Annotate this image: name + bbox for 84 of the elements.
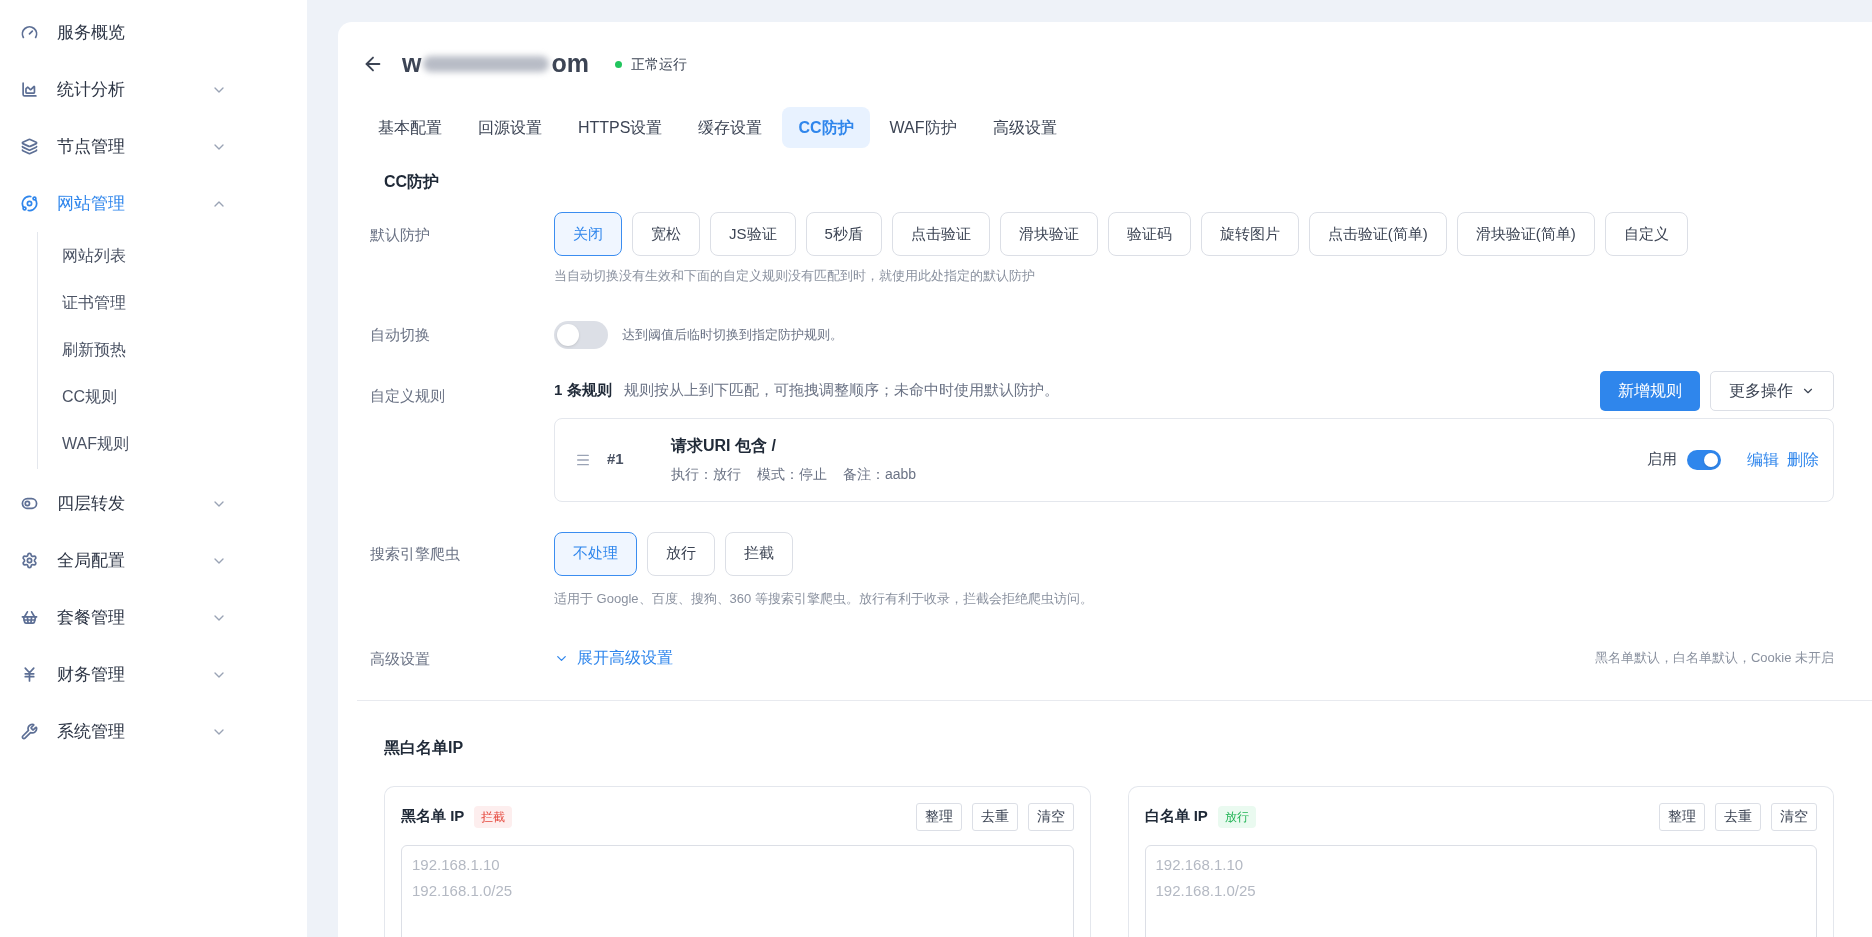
- option-button[interactable]: JS验证: [710, 212, 796, 256]
- option-button[interactable]: 旋转图片: [1200, 212, 1299, 256]
- chart-icon: [21, 81, 38, 98]
- settings-icon: [21, 552, 38, 569]
- field-label: 默认防护: [370, 225, 430, 245]
- tab[interactable]: 缓存设置: [682, 107, 779, 148]
- rules-description: 规则按从上到下匹配，可拖拽调整顺序；未命中时使用默认防护。: [623, 380, 1060, 401]
- mode-tag: 放行: [1217, 805, 1256, 828]
- panel-title: 白名单 IP: [1144, 806, 1208, 827]
- wrench-icon: [21, 723, 38, 740]
- sidebar-item[interactable]: 系统管理: [0, 703, 307, 760]
- gauge-icon: [21, 24, 38, 41]
- option-button[interactable]: 拦截: [725, 531, 793, 576]
- panel-action-button[interactable]: 去重: [971, 802, 1018, 831]
- sidebar-item[interactable]: 统计分析: [0, 61, 307, 118]
- sidebar-subitem[interactable]: 证书管理: [38, 279, 307, 326]
- tab[interactable]: HTTPS设置: [562, 107, 679, 148]
- basket-icon: [21, 609, 38, 626]
- mode-tag: 拦截: [474, 805, 513, 828]
- more-actions-button[interactable]: 更多操作: [1710, 370, 1834, 411]
- hint-text: 达到阈值后临时切换到指定防护规则。: [622, 325, 843, 344]
- sidebar-item[interactable]: 节点管理: [0, 118, 307, 175]
- tab[interactable]: 高级设置: [976, 107, 1073, 148]
- panel-action-button[interactable]: 清空: [1771, 802, 1817, 831]
- layers-icon: [21, 138, 38, 155]
- field-label: 高级设置: [370, 649, 430, 669]
- sidebar-item[interactable]: 套餐管理: [0, 589, 307, 646]
- expand-advanced-link[interactable]: 展开高级设置: [554, 646, 673, 670]
- rule-detail: 执行：放行: [671, 465, 741, 484]
- toggle-icon: [21, 495, 38, 512]
- panel-action-button[interactable]: 清空: [1027, 802, 1074, 831]
- sidebar-subitem[interactable]: 刷新预热: [38, 326, 307, 373]
- ip-input-field[interactable]: 192.168.1.10 192.168.1.0/25: [401, 844, 1074, 937]
- sidebar-subitem[interactable]: CC规则: [38, 373, 307, 420]
- sidebar-item[interactable]: 四层转发: [0, 475, 307, 532]
- sidebar-item[interactable]: 服务概览: [0, 4, 307, 61]
- rule-title: 请求URI 包含 /: [671, 436, 776, 456]
- field-label: 自动切换: [370, 324, 430, 345]
- hint-text: 适用于 Google、百度、搜狗、360 等搜索引擎爬虫。放行有利于收录，拦截会拒绝爬虫访问。: [554, 589, 1093, 608]
- option-button[interactable]: 滑块验证(简单): [1456, 212, 1595, 256]
- sidebar-subitem[interactable]: WAF规则: [38, 420, 307, 467]
- panel-title: 黑名单 IP: [401, 806, 465, 827]
- ip-input-field[interactable]: 192.168.1.10 192.168.1.0/25: [1144, 844, 1817, 937]
- enabled-label: 启用: [1647, 449, 1677, 470]
- status-label: 正常运行: [630, 54, 687, 74]
- toggle-switch[interactable]: [1687, 449, 1721, 470]
- rule-card[interactable]: #1 请求URI 包含 / 执行：放行 模式：停止 备注：aabb 启用 编辑 删除: [554, 417, 1834, 502]
- rule-action-link[interactable]: 删除: [1787, 447, 1819, 472]
- sidebar-item[interactable]: 网站管理: [0, 175, 307, 232]
- sidebar-item[interactable]: 财务管理: [0, 646, 307, 703]
- field-label: 搜索引擎爬虫: [370, 543, 460, 564]
- site-title: w: [402, 48, 422, 80]
- panel-action-button[interactable]: 整理: [1659, 802, 1705, 831]
- option-button[interactable]: 点击验证: [891, 212, 990, 256]
- rule-detail: 备注：aabb: [843, 465, 917, 484]
- rule-action-link[interactable]: 编辑: [1747, 447, 1779, 472]
- tab[interactable]: 回源设置: [462, 107, 558, 148]
- sidebar-subitem[interactable]: 网站列表: [38, 232, 307, 279]
- section-title: CC防护: [384, 172, 441, 192]
- option-button[interactable]: 验证码: [1107, 212, 1191, 256]
- advanced-summary: 黑名单默认，白名单默认，Cookie 未开启: [1594, 649, 1834, 668]
- toggle-switch[interactable]: [554, 320, 608, 349]
- panel-action-button[interactable]: 整理: [915, 802, 962, 831]
- panel-action-button[interactable]: 去重: [1715, 802, 1761, 831]
- section-title: 黑白名单IP: [384, 737, 464, 758]
- sidebar-item[interactable]: 全局配置: [0, 532, 307, 589]
- rule-detail: 模式：停止: [757, 465, 827, 484]
- add-rule-button[interactable]: 新增规则: [1600, 370, 1700, 411]
- option-button[interactable]: 点击验证(简单): [1308, 212, 1447, 256]
- option-button[interactable]: 5秒盾: [805, 212, 882, 256]
- option-button[interactable]: 自定义: [1604, 212, 1688, 256]
- field-label: 自定义规则: [370, 385, 445, 406]
- yen-icon: [21, 666, 38, 683]
- site-title: om: [551, 48, 589, 80]
- option-button[interactable]: 放行: [647, 531, 715, 576]
- hint-text: 当自动切换没有生效和下面的自定义规则没有匹配到时，就使用此处指定的默认防护: [554, 267, 1035, 285]
- tab[interactable]: 基本配置: [362, 107, 458, 148]
- planet-icon: [21, 195, 38, 212]
- tab[interactable]: WAF防护: [873, 107, 973, 148]
- option-button[interactable]: 滑块验证: [999, 212, 1098, 256]
- rule-count: 1 条规则: [554, 380, 612, 401]
- option-button[interactable]: 关闭: [554, 212, 622, 256]
- rule-number: #1: [607, 449, 625, 470]
- option-button[interactable]: 宽松: [632, 212, 700, 256]
